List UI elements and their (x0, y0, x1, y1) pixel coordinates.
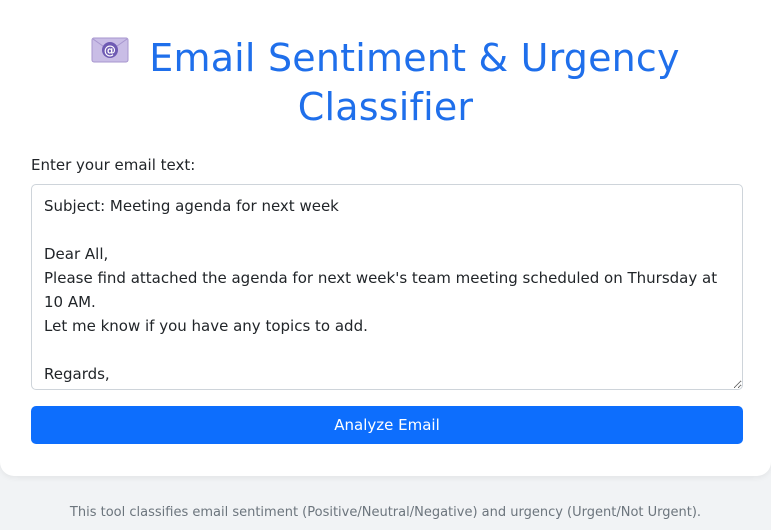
email-textarea[interactable]: Subject: Meeting agenda for next week De… (31, 184, 743, 390)
analyze-email-button[interactable]: Analyze Email (31, 406, 743, 444)
page-title: @ Email Sentiment & Urgency Classifier (0, 34, 771, 132)
email-input-label: Enter your email text: (31, 156, 196, 174)
classifier-card: @ Email Sentiment & Urgency Classifier E… (0, 0, 771, 476)
svg-text:@: @ (104, 44, 116, 58)
envelope-icon: @ (91, 36, 129, 64)
footer-note: This tool classifies email sentiment (Po… (69, 505, 702, 520)
page-title-text: Email Sentiment & Urgency Classifier (149, 36, 680, 129)
